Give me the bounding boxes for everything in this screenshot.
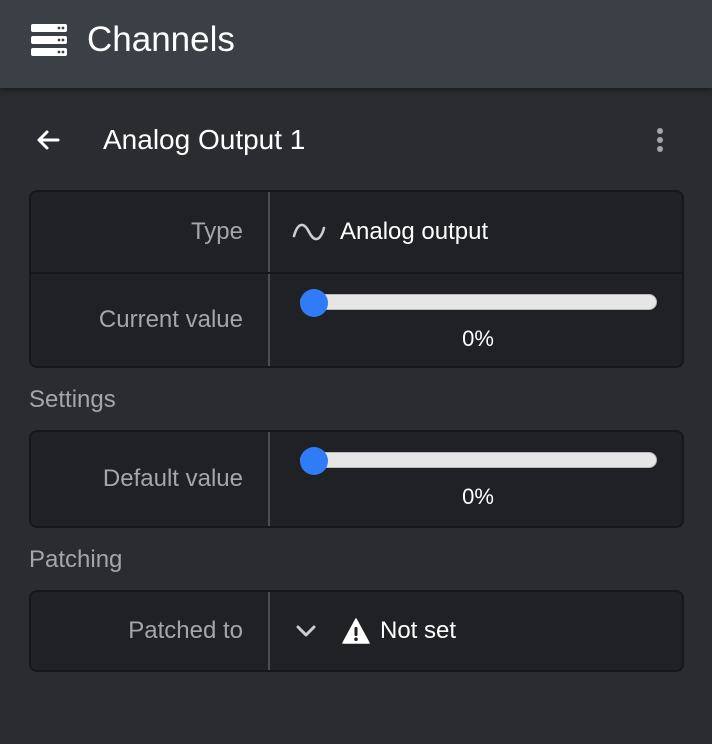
chevron-down-icon[interactable] (292, 617, 320, 645)
server-icon (31, 24, 67, 56)
settings-section-title: Settings (29, 386, 116, 413)
current-value-cell: 0% (270, 274, 682, 366)
slider-thumb[interactable] (300, 289, 328, 317)
app-header: Channels (0, 0, 712, 88)
warning-icon (342, 618, 370, 644)
type-value: Analog output (270, 192, 682, 272)
default-value-cell: 0% (270, 432, 682, 526)
patched-to-label: Patched to (31, 592, 270, 670)
default-value-row: Default value 0% (31, 432, 682, 526)
type-label: Type (31, 192, 270, 272)
back-button[interactable] (30, 124, 66, 156)
info-panel: Type Analog output Current value 0% (29, 190, 684, 368)
patched-to-row: Patched to Not set (31, 592, 682, 670)
sine-wave-icon (292, 223, 326, 241)
more-vertical-icon (657, 128, 663, 152)
default-value-slider[interactable] (300, 447, 657, 475)
settings-panel: Default value 0% (29, 430, 684, 528)
current-value-row: Current value 0% (31, 272, 682, 366)
default-value-percent: 0% (462, 484, 494, 509)
patched-to-cell: Not set (270, 592, 682, 670)
patched-to-value: Not set (380, 617, 457, 644)
default-value-label: Default value (31, 432, 270, 526)
type-value-text: Analog output (340, 218, 489, 245)
page-header: Analog Output 1 (0, 110, 712, 170)
patching-section-title: Patching (29, 546, 123, 573)
app-title: Channels (87, 20, 235, 59)
patching-panel: Patched to Not set (29, 590, 684, 672)
arrow-left-icon (37, 130, 60, 150)
page-title: Analog Output 1 (103, 124, 306, 155)
slider-track[interactable] (300, 452, 657, 468)
type-row: Type Analog output (31, 192, 682, 272)
more-menu-button[interactable] (644, 122, 676, 158)
current-value-percent: 0% (462, 326, 494, 351)
current-value-slider[interactable] (300, 289, 657, 317)
slider-track[interactable] (300, 294, 657, 310)
current-value-label: Current value (31, 274, 270, 366)
slider-thumb[interactable] (300, 447, 328, 475)
